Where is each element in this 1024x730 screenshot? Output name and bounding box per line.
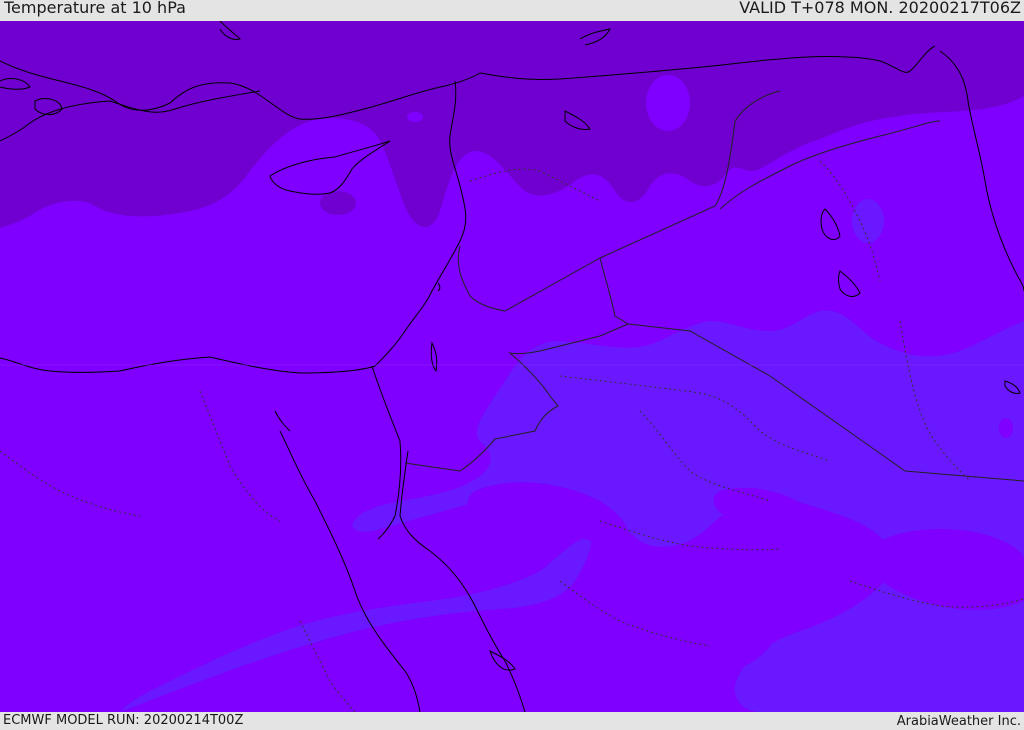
bottom-bar: ECMWF MODEL RUN: 20200214T00Z ArabiaWeat… (0, 712, 1024, 729)
model-run-label: ECMWF MODEL RUN: 20200214T00Z (3, 713, 244, 728)
top-bar: Temperature at 10 hPa VALID T+078 MON. 2… (0, 0, 1024, 21)
valid-time: VALID T+078 MON. 20200217T06Z (739, 0, 1021, 17)
cold-pocket-b (320, 191, 356, 215)
cold-pocket-a (646, 75, 690, 131)
warm-band-pocket-5 (999, 418, 1013, 438)
map-title: Temperature at 10 hPa (4, 0, 186, 17)
cold-pocket-c (407, 112, 423, 122)
lake-warm-spot (852, 199, 884, 243)
credit-label: ArabiaWeather Inc. (896, 714, 1021, 729)
weather-map (0, 21, 1024, 712)
map-canvas (0, 21, 1024, 712)
